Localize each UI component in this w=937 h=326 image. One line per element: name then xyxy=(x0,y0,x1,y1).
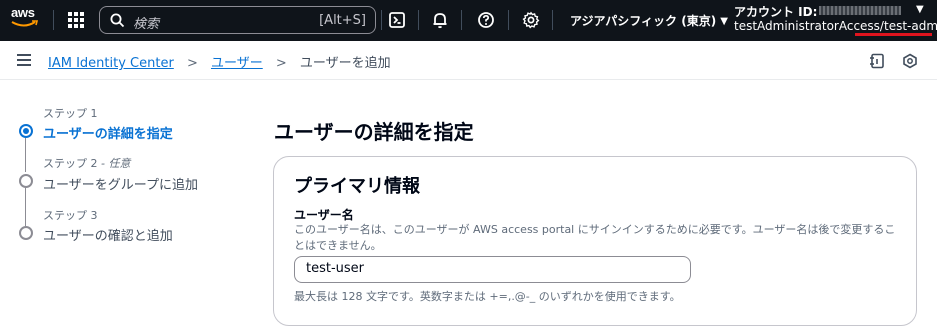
step-3-indicator-icon xyxy=(19,226,33,240)
notifications-bell-icon[interactable] xyxy=(431,11,449,29)
nav-divider xyxy=(53,10,54,30)
settings-gear-icon[interactable] xyxy=(522,11,540,29)
aws-logo[interactable]: aws xyxy=(11,4,41,34)
step-1-title[interactable]: ユーザーの詳細を指定 xyxy=(43,123,173,142)
username-label: ユーザー名 xyxy=(294,208,354,222)
account-id-redacted xyxy=(819,6,901,15)
wizard-steps: ステップ 1 ユーザーの詳細を指定 ステップ 2 - 任意 ユーザーをグループに… xyxy=(0,80,260,309)
info-panel-icon[interactable] xyxy=(869,53,885,69)
breadcrumb-bar: IAM Identity Center > ユーザー > ユーザーを追加 xyxy=(0,41,937,80)
page-title: ユーザーの詳細を指定 xyxy=(274,120,474,144)
search-shortcut: [Alt+S] xyxy=(319,13,366,28)
nav-divider xyxy=(381,10,382,30)
search-icon xyxy=(110,13,125,28)
step-2-indicator-icon xyxy=(19,174,33,188)
breadcrumb: IAM Identity Center > ユーザー > ユーザーを追加 xyxy=(48,52,391,71)
username-input[interactable]: test-user xyxy=(294,256,691,283)
username-description: このユーザー名は、このユーザーが AWS access portal にサインイ… xyxy=(294,223,896,252)
nav-divider xyxy=(508,10,509,30)
menu-icon[interactable] xyxy=(17,54,31,66)
services-grid-icon[interactable] xyxy=(68,12,84,28)
help-icon[interactable] xyxy=(477,11,495,29)
step-1-indicator-icon xyxy=(19,124,33,138)
nav-divider xyxy=(418,10,419,30)
step-connector xyxy=(25,188,26,226)
search-input[interactable]: 検索 [Alt+S] xyxy=(99,6,376,34)
account-role-name: test-admin-02 xyxy=(883,19,937,33)
role-name-red-underline xyxy=(855,33,932,36)
username-constraint-hint: 最大長は 128 文字です。英数字または +=,.@-_ のいずれかを使用できま… xyxy=(294,290,681,303)
nav-divider xyxy=(552,10,553,30)
cloudshell-icon[interactable] xyxy=(388,11,406,29)
step-1-label: ステップ 1 xyxy=(43,107,98,120)
aws-smile-icon xyxy=(11,20,39,27)
caret-down-icon: ▼ xyxy=(720,16,728,27)
nav-divider xyxy=(461,10,462,30)
breadcrumb-current: ユーザーを追加 xyxy=(299,56,391,71)
search-placeholder: 検索 xyxy=(133,17,160,32)
step-3-title: ユーザーの確認と追加 xyxy=(43,229,173,244)
breadcrumb-link-iam-identity-center[interactable]: IAM Identity Center xyxy=(48,56,174,71)
account-id-label[interactable]: アカウント ID: xyxy=(734,3,817,20)
account-role[interactable]: testAdministratorAccess/test-admin-02 xyxy=(734,19,937,33)
container-title: プライマリ情報 xyxy=(294,176,420,197)
breadcrumb-link-users[interactable]: ユーザー xyxy=(211,56,263,71)
chevron-right-icon: > xyxy=(275,56,287,71)
account-role-prefix: testAdministratorAccess/ xyxy=(734,19,884,33)
aws-logo-text: aws xyxy=(11,5,35,20)
region-label: アジアパシフィック (東京) xyxy=(570,14,717,28)
top-navigation: aws 検索 [Alt+S] アジアパシフィック (東京) ▼ アカウント ID… xyxy=(0,0,937,41)
chevron-right-icon: > xyxy=(186,56,198,71)
step-3-label: ステップ 3 xyxy=(43,209,98,222)
feedback-icon[interactable] xyxy=(902,53,918,69)
primary-info-container: プライマリ情報 ユーザー名 このユーザー名は、このユーザーが AWS acces… xyxy=(273,156,917,326)
step-2-label: ステップ 2 - 任意 xyxy=(43,157,131,170)
step-connector xyxy=(25,138,26,172)
region-selector[interactable]: アジアパシフィック (東京) ▼ xyxy=(570,12,728,29)
caret-down-icon[interactable]: ▼ xyxy=(916,4,924,15)
step-2-title: ユーザーをグループに追加 xyxy=(43,178,198,193)
